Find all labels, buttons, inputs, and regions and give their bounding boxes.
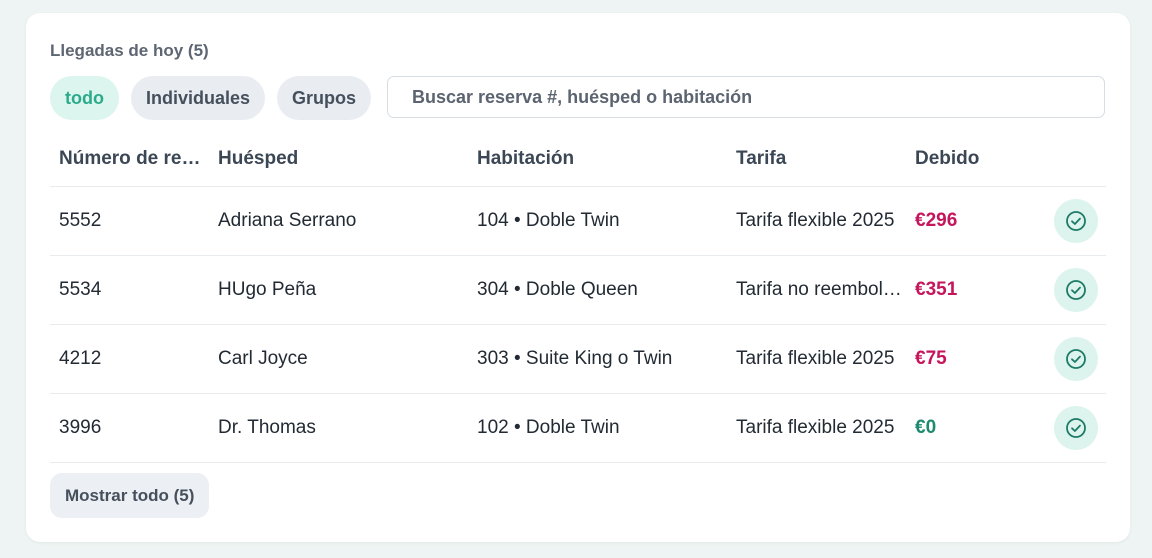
check-in-button[interactable] (1054, 199, 1098, 243)
amount-due: €296 (906, 186, 1026, 256)
rate: Tarifa flexible 2025 (727, 393, 906, 463)
filter-chips: todo Individuales Grupos (50, 76, 383, 120)
card-title: Llegadas de hoy (5) (50, 41, 209, 60)
room: 104 • Doble Twin (468, 186, 727, 256)
amount-due: €75 (906, 324, 1026, 394)
reservation-number: 4212 (50, 324, 209, 394)
reservation-number: 5534 (50, 255, 209, 325)
check-circle-icon (1066, 211, 1086, 231)
arrivals-table: Número de reserva Huésped Habitación Tar… (50, 131, 1106, 463)
check-in-button[interactable] (1054, 406, 1098, 450)
row-action-cell (1026, 255, 1106, 325)
guest-name: Carl Joyce (209, 324, 468, 394)
table-header-row: Número de reserva Huésped Habitación Tar… (50, 131, 1106, 187)
check-circle-icon (1066, 418, 1086, 438)
amount-due: €351 (906, 255, 1026, 325)
guest-name: HUgo Peña (209, 255, 468, 325)
rate: Tarifa flexible 2025 (727, 186, 906, 256)
table-row[interactable]: 5552 Adriana Serrano 104 • Doble Twin Ta… (50, 186, 1106, 256)
guest-name: Dr. Thomas (209, 393, 468, 463)
rate: Tarifa flexible 2025 (727, 324, 906, 394)
row-action-cell (1026, 393, 1106, 463)
filter-chip-groups[interactable]: Grupos (277, 76, 372, 120)
row-action-cell (1026, 324, 1106, 394)
check-in-button[interactable] (1054, 337, 1098, 381)
rate: Tarifa no reembolsable (727, 255, 906, 325)
guest-name: Adriana Serrano (209, 186, 468, 256)
check-circle-icon (1066, 280, 1086, 300)
row-action-cell (1026, 186, 1106, 256)
reservation-number: 3996 (50, 393, 209, 463)
table-row[interactable]: 3996 Dr. Thomas 102 • Doble Twin Tarifa … (50, 393, 1106, 463)
amount-due: €0 (906, 393, 1026, 463)
table-row[interactable]: 4212 Carl Joyce 303 • Suite King o Twin … (50, 324, 1106, 394)
search-box (387, 76, 1105, 118)
search-input[interactable] (410, 85, 1104, 109)
reservation-number: 5552 (50, 186, 209, 256)
column-header-due[interactable]: Debido (906, 131, 1026, 187)
check-in-button[interactable] (1054, 268, 1098, 312)
room: 303 • Suite King o Twin (468, 324, 727, 394)
column-header-room[interactable]: Habitación (468, 131, 727, 187)
room: 102 • Doble Twin (468, 393, 727, 463)
show-all-button[interactable]: Mostrar todo (5) (50, 473, 210, 518)
column-header-guest[interactable]: Huésped (209, 131, 468, 187)
room: 304 • Doble Queen (468, 255, 727, 325)
column-header-rate[interactable]: Tarifa (727, 131, 906, 187)
filter-chip-all[interactable]: todo (50, 76, 119, 120)
filter-chip-individual[interactable]: Individuales (130, 76, 266, 120)
arrivals-card: Llegadas de hoy (5) todo Individuales Gr… (26, 13, 1130, 542)
table-row[interactable]: 5534 HUgo Peña 304 • Doble Queen Tarifa … (50, 255, 1106, 325)
column-header-reservation[interactable]: Número de reserva (50, 131, 209, 187)
check-circle-icon (1066, 349, 1086, 369)
column-header-actions (1026, 131, 1106, 187)
